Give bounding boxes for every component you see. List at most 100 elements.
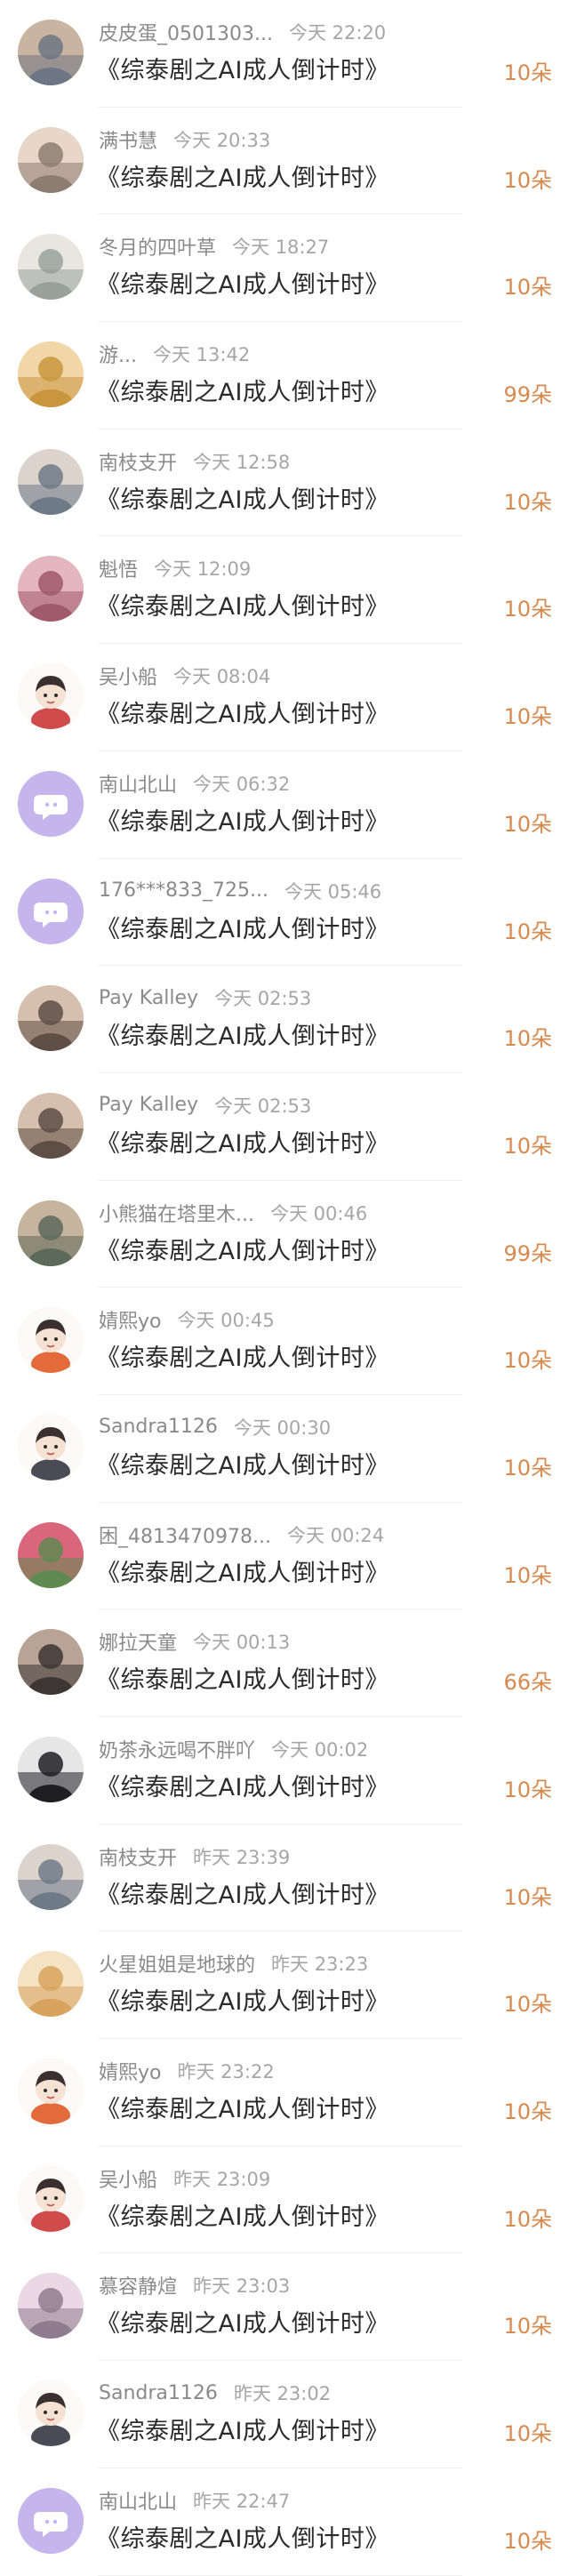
user-name[interactable]: 娜拉天童 — [99, 1627, 177, 1656]
user-name[interactable]: 皮皮蛋_0501303... — [99, 18, 273, 46]
avatar-cartoon-icon — [18, 1414, 84, 1481]
item-header: 婧熙yo 昨天 23:22 — [99, 2058, 275, 2084]
avatar[interactable] — [18, 1843, 84, 1910]
avatar[interactable] — [18, 1200, 84, 1266]
user-name[interactable]: 奶茶永远喝不胖吖 — [99, 1735, 255, 1763]
user-name[interactable]: 困_4813470978... — [99, 1521, 271, 1549]
item-header: 游... 今天 13:42 — [99, 341, 250, 367]
user-name[interactable]: Pay Kalley — [99, 987, 198, 1009]
avatar[interactable] — [18, 1307, 84, 1374]
list-item[interactable]: 南枝支开 今天 12:58 《综泰剧之AI成人倒计时》 10朵 — [0, 429, 569, 537]
item-header: 吴小船 今天 08:04 — [99, 662, 270, 689]
list-item[interactable]: 困_4813470978... 今天 00:24 《综泰剧之AI成人倒计时》 1… — [0, 1503, 569, 1610]
message-text: 《综泰剧之AI成人倒计时》 — [96, 2310, 389, 2339]
list-item[interactable]: 奶茶永远喝不胖吖 今天 00:02 《综泰剧之AI成人倒计时》 10朵 — [0, 1717, 569, 1825]
item-header: 冬月的四叶草 今天 18:27 — [99, 233, 329, 260]
list-item[interactable]: 冬月的四叶草 今天 18:27 《综泰剧之AI成人倒计时》 10朵 — [0, 214, 569, 322]
avatar[interactable] — [18, 341, 84, 408]
avatar[interactable] — [18, 663, 84, 730]
user-name[interactable]: 吴小船 — [99, 662, 157, 690]
list-item[interactable]: 皮皮蛋_0501303... 今天 22:20 《综泰剧之AI成人倒计时》 10… — [0, 0, 569, 108]
gift-count: 10朵 — [503, 704, 552, 730]
user-name[interactable]: 冬月的四叶草 — [99, 232, 216, 261]
avatar[interactable] — [18, 2487, 84, 2554]
avatar[interactable] — [18, 2058, 84, 2125]
user-name[interactable]: Sandra1126 — [99, 1416, 218, 1438]
list-item[interactable]: 婧熙yo 今天 00:45 《综泰剧之AI成人倒计时》 10朵 — [0, 1288, 569, 1395]
user-name[interactable]: 魁悟 — [99, 554, 138, 582]
avatar-cartoon-icon — [18, 2058, 84, 2125]
gift-count: 10朵 — [503, 2314, 552, 2339]
list-item[interactable]: 慕容静煊 昨天 23:03 《综泰剧之AI成人倒计时》 10朵 — [0, 2253, 569, 2361]
user-name[interactable]: Pay Kalley — [99, 1094, 198, 1116]
list-item[interactable]: 婧熙yo 昨天 23:22 《综泰剧之AI成人倒计时》 10朵 — [0, 2039, 569, 2147]
avatar[interactable] — [18, 1092, 84, 1159]
item-header: 吴小船 昨天 23:09 — [99, 2165, 270, 2192]
list-item[interactable]: Pay Kalley 今天 02:53 《综泰剧之AI成人倒计时》 10朵 — [0, 966, 569, 1073]
avatar[interactable] — [18, 2273, 84, 2339]
user-name[interactable]: 火星姐姐是地球的 — [99, 1949, 255, 1978]
avatar[interactable] — [18, 20, 84, 85]
user-name[interactable]: 游... — [99, 340, 137, 368]
list-item[interactable]: 176***833_725... 今天 05:46 《综泰剧之AI成人倒计时》 … — [0, 859, 569, 967]
timestamp: 今天 13:42 — [152, 344, 251, 366]
avatar[interactable] — [18, 126, 84, 193]
user-name[interactable]: 南枝支开 — [99, 1842, 177, 1871]
message-text: 《综泰剧之AI成人倒计时》 — [96, 593, 389, 622]
gift-count: 10朵 — [503, 1778, 552, 1802]
list-item[interactable]: 南山北山 今天 06:32 《综泰剧之AI成人倒计时》 10朵 — [0, 751, 569, 859]
item-header: Pay Kalley 今天 02:53 — [99, 1092, 311, 1119]
chat-bubble-icon — [18, 878, 84, 944]
user-name[interactable]: 176***833_725... — [99, 879, 268, 902]
user-name[interactable]: 南山北山 — [99, 769, 177, 798]
avatar[interactable] — [18, 234, 84, 301]
list-item[interactable]: 小熊猫在塔里木... 今天 00:46 《综泰剧之AI成人倒计时》 99朵 — [0, 1181, 569, 1288]
avatar-photo-icon — [18, 1092, 84, 1159]
list-item[interactable]: 吴小船 今天 08:04 《综泰剧之AI成人倒计时》 10朵 — [0, 644, 569, 751]
list-item[interactable]: 吴小船 昨天 23:09 《综泰剧之AI成人倒计时》 10朵 — [0, 2147, 569, 2254]
user-name[interactable]: 南枝支开 — [99, 447, 177, 476]
avatar[interactable] — [18, 1737, 84, 1802]
avatar[interactable] — [18, 448, 84, 515]
timestamp: 今天 05:46 — [284, 880, 382, 903]
list-item[interactable]: 南枝支开 昨天 23:39 《综泰剧之AI成人倒计时》 10朵 — [0, 1825, 569, 1932]
user-name[interactable]: 吴小船 — [99, 2164, 157, 2193]
avatar[interactable] — [18, 770, 84, 837]
chat-bubble-icon — [18, 770, 84, 837]
user-name[interactable]: 婧熙yo — [99, 2057, 161, 2085]
list-item[interactable]: Sandra1126 今天 00:30 《综泰剧之AI成人倒计时》 10朵 — [0, 1395, 569, 1503]
user-name[interactable]: 婧熙yo — [99, 1305, 161, 1334]
list-item[interactable]: 火星姐姐是地球的 昨天 23:23 《综泰剧之AI成人倒计时》 10朵 — [0, 1931, 569, 2039]
user-name[interactable]: 慕容静煊 — [99, 2271, 177, 2299]
user-name[interactable]: 南山北山 — [99, 2486, 177, 2515]
timestamp: 今天 00:30 — [233, 1416, 332, 1439]
avatar[interactable] — [18, 985, 84, 1052]
avatar[interactable] — [18, 1629, 84, 1696]
list-item[interactable]: 南山北山 昨天 22:47 《综泰剧之AI成人倒计时》 10朵 — [0, 2468, 569, 2576]
avatar-photo-icon — [18, 20, 84, 85]
avatar[interactable] — [18, 556, 84, 622]
timestamp: 今天 00:02 — [271, 1739, 369, 1761]
timestamp: 今天 06:32 — [193, 773, 291, 795]
item-header: 慕容静煊 昨天 23:03 — [99, 2272, 290, 2299]
list-item[interactable]: Sandra1126 昨天 23:02 《综泰剧之AI成人倒计时》 10朵 — [0, 2361, 569, 2468]
user-name[interactable]: 小熊猫在塔里木... — [99, 1199, 254, 1227]
gift-count: 10朵 — [503, 1992, 552, 2018]
message-text: 《综泰剧之AI成人倒计时》 — [96, 1988, 389, 2017]
list-item[interactable]: 娜拉天童 今天 00:13 《综泰剧之AI成人倒计时》 66朵 — [0, 1609, 569, 1717]
item-header: 婧熙yo 今天 00:45 — [99, 1306, 275, 1333]
list-item[interactable]: Pay Kalley 今天 02:53 《综泰剧之AI成人倒计时》 10朵 — [0, 1073, 569, 1181]
list-item[interactable]: 满书慧 今天 20:33 《综泰剧之AI成人倒计时》 10朵 — [0, 108, 569, 215]
avatar[interactable] — [18, 1521, 84, 1588]
list-item[interactable]: 游... 今天 13:42 《综泰剧之AI成人倒计时》 99朵 — [0, 322, 569, 429]
timestamp: 今天 00:24 — [286, 1524, 385, 1546]
avatar[interactable] — [18, 2165, 84, 2232]
user-name[interactable]: Sandra1126 — [99, 2382, 218, 2404]
user-name[interactable]: 满书慧 — [99, 125, 157, 154]
avatar[interactable] — [18, 1414, 84, 1481]
timestamp: 今天 00:13 — [193, 1632, 291, 1654]
avatar[interactable] — [18, 878, 84, 944]
avatar[interactable] — [18, 2380, 84, 2447]
avatar[interactable] — [18, 1951, 84, 2018]
list-item[interactable]: 魁悟 今天 12:09 《综泰剧之AI成人倒计时》 10朵 — [0, 536, 569, 644]
